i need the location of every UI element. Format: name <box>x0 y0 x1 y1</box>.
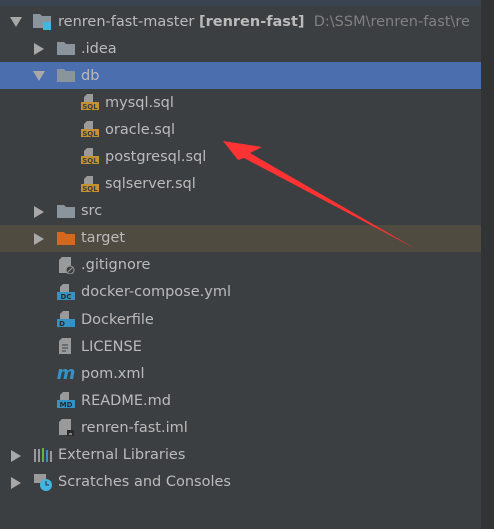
annotation-arrow <box>223 141 416 249</box>
red-arrow-icon <box>223 141 416 249</box>
